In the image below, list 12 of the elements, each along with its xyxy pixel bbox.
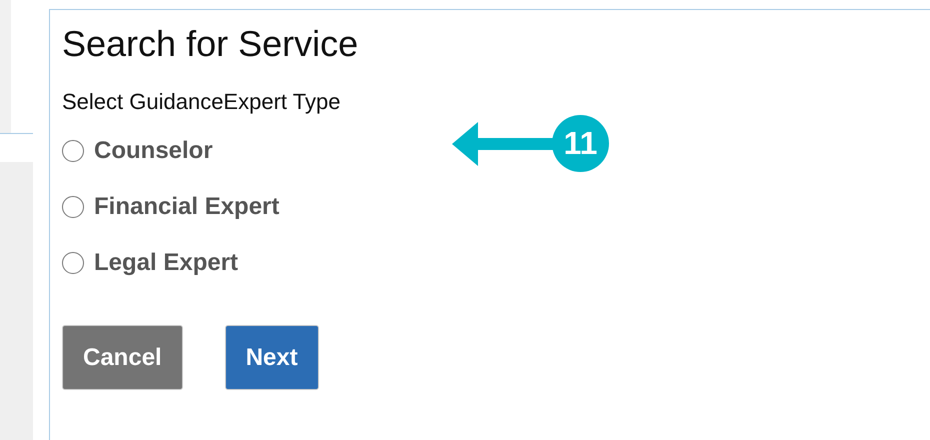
cancel-button[interactable]: Cancel — [62, 325, 183, 390]
prompt-text: Select GuidanceExpert Type — [62, 89, 340, 115]
page-title: Search for Service — [62, 24, 358, 64]
radio-option[interactable]: Legal Expert — [62, 249, 238, 277]
radio-option[interactable]: Counselor — [62, 137, 213, 165]
callout-badge: 11 — [552, 115, 609, 172]
next-button[interactable]: Next — [224, 325, 319, 390]
option-label: Legal Expert — [94, 249, 238, 277]
option-label: Counselor — [94, 137, 213, 165]
radio-icon[interactable] — [62, 252, 84, 274]
radio-icon[interactable] — [62, 196, 84, 218]
radio-icon[interactable] — [62, 140, 84, 162]
